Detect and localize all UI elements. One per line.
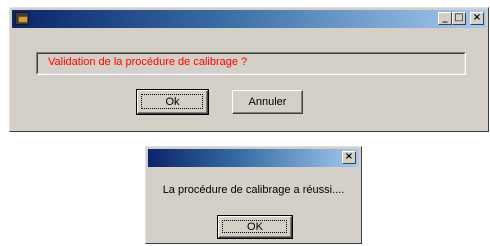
close-icon: × (472, 12, 482, 23)
close-icon: × (344, 151, 354, 162)
cancel-button-label: Annuler (248, 96, 287, 108)
ok-button[interactable]: OK (217, 215, 293, 239)
minimize-icon: _ (442, 12, 448, 23)
ok-button-label: OK (247, 221, 263, 233)
cancel-button[interactable]: Annuler (232, 90, 303, 114)
title-bar[interactable]: × (148, 149, 359, 167)
close-button[interactable]: × (470, 12, 484, 25)
confirm-message: Validation de la procédure de calibrage … (37, 53, 465, 74)
ok-button-label: Ok (165, 96, 180, 108)
success-message: La procédure de calibrage a réussi.... (162, 184, 345, 196)
app-icon (15, 12, 29, 25)
calibration-confirm-window: _ □ × Validation de la procédure de cali… (9, 7, 489, 132)
message-panel: Validation de la procédure de calibrage … (36, 52, 466, 75)
minimize-button[interactable]: _ (438, 12, 452, 25)
close-button[interactable]: × (342, 151, 356, 164)
maximize-icon: □ (454, 12, 464, 23)
maximize-button[interactable]: □ (452, 12, 466, 25)
calibration-success-window: × La procédure de calibrage a réussi....… (145, 146, 362, 244)
ok-button[interactable]: Ok (136, 89, 209, 115)
title-bar[interactable]: _ □ × (12, 10, 486, 28)
